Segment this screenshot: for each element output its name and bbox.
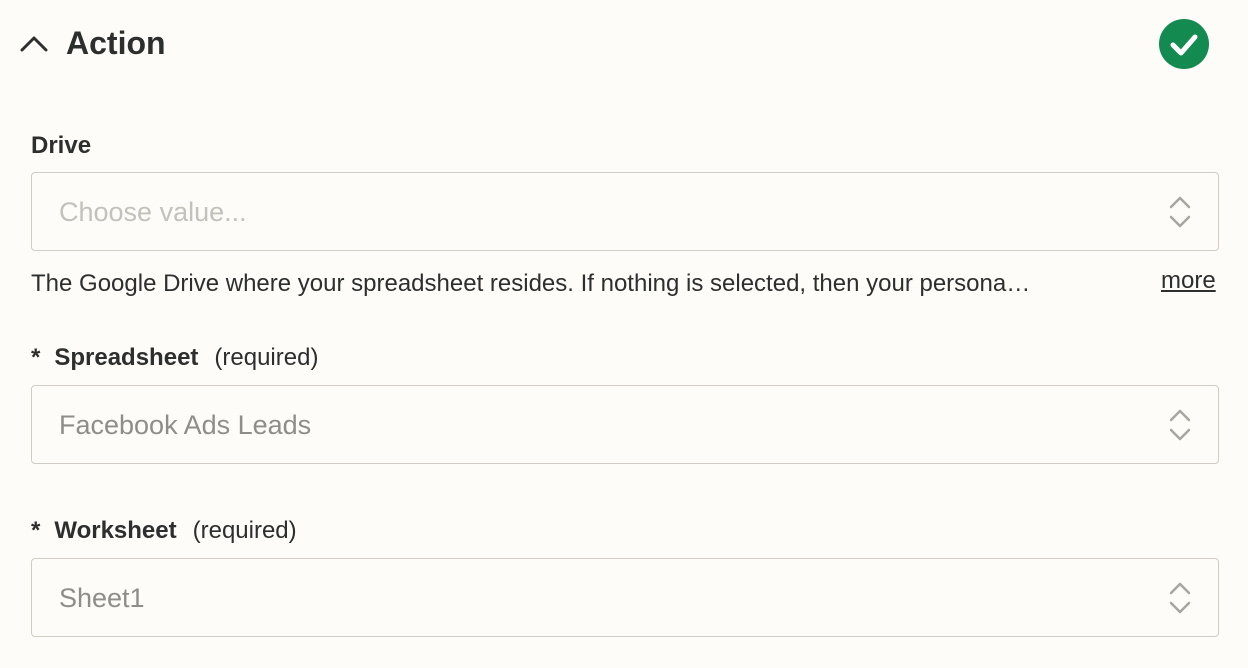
required-hint: (required) [192,517,297,544]
spreadsheet-label: * Spreadsheet (required) [31,343,318,373]
worksheet-select[interactable]: Sheet1 [31,558,1219,637]
drive-select-placeholder: Choose value... [59,197,247,227]
drive-label-text: Drive [31,132,92,159]
spreadsheet-select-value: Facebook Ads Leads [59,410,312,440]
status-badge [1159,19,1209,69]
section-title: Action [66,25,166,61]
check-circle-icon [1170,34,1198,56]
worksheet-label-text: Worksheet [54,517,177,544]
chevron-up-down-icon [1169,409,1191,441]
collapse-button[interactable] [18,28,50,56]
worksheet-select-value: Sheet1 [59,583,145,613]
chevron-up-down-icon [1169,582,1191,614]
action-section-header[interactable]: Action [0,0,1248,86]
chevron-up-down-icon [1169,196,1191,228]
spreadsheet-select[interactable]: Facebook Ads Leads [31,385,1219,464]
chevron-up-icon [20,36,48,52]
required-hint: (required) [214,344,319,371]
drive-label: Drive [31,131,91,161]
more-link[interactable]: more [1161,266,1216,296]
required-star: * [31,344,41,371]
drive-select[interactable]: Choose value... [31,172,1219,251]
spreadsheet-label-text: Spreadsheet [54,344,199,371]
drive-help-text: The Google Drive where your spreadsheet … [31,270,1031,297]
required-star: * [31,517,41,544]
worksheet-label: * Worksheet (required) [31,516,297,546]
